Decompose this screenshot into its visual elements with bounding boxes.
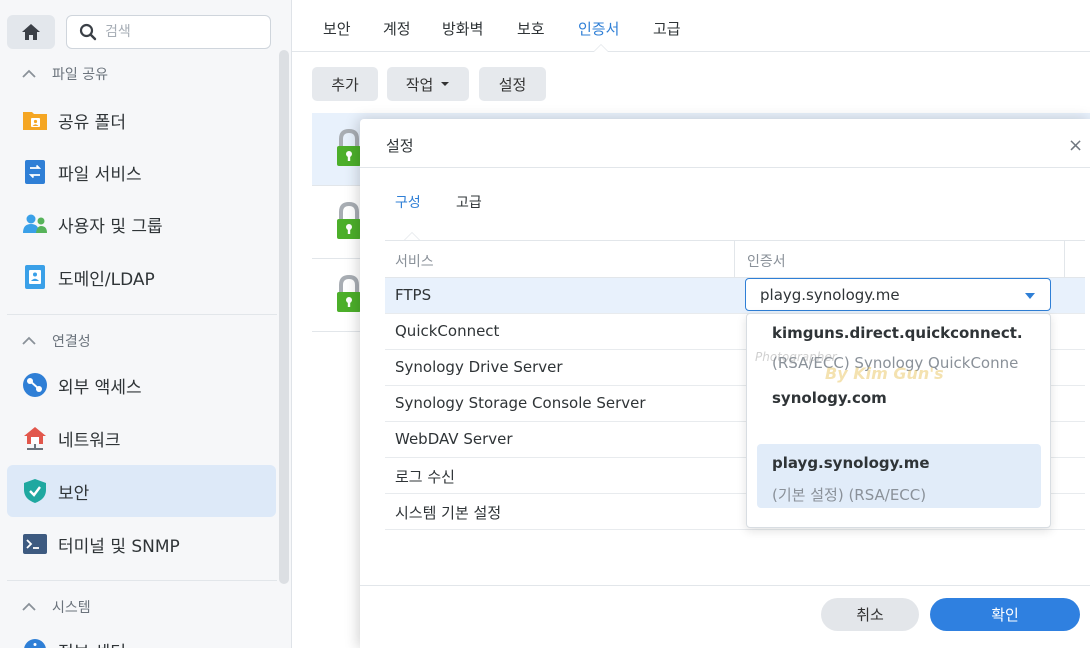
chevron-up-icon <box>22 336 36 345</box>
service-name: FTPS <box>395 286 432 304</box>
sidebar-item-domain-ldap[interactable]: 도메인/LDAP <box>7 251 276 303</box>
sidebar-item-label: 정보 센터 <box>58 638 126 648</box>
watermark: Photographer <box>755 350 837 364</box>
group-label: 파일 공유 <box>52 67 108 83</box>
cancel-button[interactable]: 취소 <box>821 598 919 631</box>
dropdown-option[interactable]: playg.synology.me (기본 설정) (RSA/ECC) <box>757 444 1041 508</box>
service-name: 시스템 기본 설정 <box>395 504 502 522</box>
group-file-sharing[interactable]: 파일 공유 <box>22 64 108 84</box>
search-icon <box>79 23 97 41</box>
service-name: 로그 수신 <box>395 468 455 486</box>
active-tab-indicator <box>404 232 420 240</box>
sidebar-item-external-access[interactable]: 외부 액세스 <box>7 359 276 411</box>
divider <box>360 585 1090 586</box>
active-tab-indicator <box>593 44 609 52</box>
group-connectivity[interactable]: 연결성 <box>22 331 91 351</box>
sidebar-item-label: 외부 액세스 <box>58 377 142 398</box>
chevron-up-icon <box>22 602 36 611</box>
group-label: 시스템 <box>52 600 91 616</box>
ok-button[interactable]: 확인 <box>930 598 1080 631</box>
column-header-service[interactable]: 서비스 <box>395 251 434 271</box>
option-desc: (기본 설정) (RSA/ECC) <box>772 486 927 504</box>
users-icon <box>22 211 48 237</box>
dialog-tab-advanced[interactable]: 고급 <box>456 192 482 212</box>
option-name: kimguns.direct.quickconnect. <box>772 324 1023 342</box>
tab-security[interactable]: 보안 <box>323 18 351 39</box>
action-button[interactable]: 작업 <box>387 67 469 101</box>
caret-down-icon <box>1025 293 1035 299</box>
sidebar-item-label: 사용자 및 그룹 <box>58 216 163 237</box>
sidebar-item-label: 공유 폴더 <box>58 112 126 133</box>
domain-icon <box>22 264 48 290</box>
service-name: Synology Drive Server <box>395 358 563 376</box>
sidebar-item-label: 터미널 및 SNMP <box>58 536 180 557</box>
divider <box>360 167 1090 168</box>
tab-protection[interactable]: 보호 <box>517 18 545 39</box>
sidebar-item-file-services[interactable]: 파일 서비스 <box>7 146 276 198</box>
search-input[interactable] <box>105 24 255 40</box>
terminal-icon <box>22 531 48 557</box>
sidebar-item-terminal-snmp[interactable]: 터미널 및 SNMP <box>7 518 276 570</box>
option-name: synology.com <box>772 389 887 407</box>
group-label: 연결성 <box>52 334 91 350</box>
dialog-tab-config[interactable]: 구성 <box>395 192 421 212</box>
dropdown-option[interactable]: synology.com <box>757 379 1041 443</box>
sidebar-item-shared-folder[interactable]: 공유 폴더 <box>7 94 276 146</box>
column-separator[interactable] <box>734 241 735 278</box>
service-name: Synology Storage Console Server <box>395 394 646 412</box>
column-header-certificate[interactable]: 인증서 <box>747 251 786 271</box>
action-label: 작업 <box>405 75 434 94</box>
tab-advanced[interactable]: 고급 <box>653 18 681 39</box>
network-icon <box>22 425 48 451</box>
add-button[interactable]: 추가 <box>312 67 378 101</box>
search-field[interactable] <box>66 15 271 49</box>
divider <box>7 580 277 581</box>
file-services-icon <box>22 159 48 185</box>
sidebar-item-info-center[interactable]: 정보 센터 <box>7 624 276 648</box>
tab-bar: 보안 계정 방화벽 보호 인증서 고급 <box>292 0 1090 52</box>
table-header: 서비스 인증서 <box>385 241 1085 278</box>
group-system[interactable]: 시스템 <box>22 597 91 617</box>
sidebar-item-label: 네트워크 <box>58 430 121 451</box>
close-icon[interactable]: × <box>1068 135 1090 156</box>
selected-certificate: playg.synology.me <box>760 285 900 304</box>
certificate-select[interactable]: playg.synology.me <box>745 278 1051 311</box>
sidebar-scrollbar[interactable] <box>279 50 289 584</box>
folder-icon <box>22 107 48 133</box>
option-name: playg.synology.me <box>772 454 930 472</box>
sidebar-item-users[interactable]: 사용자 및 그룹 <box>7 198 276 250</box>
external-access-icon <box>22 372 48 398</box>
sidebar-item-label: 보안 <box>58 483 90 504</box>
sidebar-item-label: 파일 서비스 <box>58 164 142 185</box>
watermark: By Kim Gun's <box>825 364 944 383</box>
home-icon <box>22 24 40 40</box>
info-icon <box>22 637 48 648</box>
tab-account[interactable]: 계정 <box>383 18 411 39</box>
caret-down-icon <box>441 82 450 86</box>
sidebar-item-security[interactable]: 보안 <box>7 465 276 517</box>
tab-firewall[interactable]: 방화벽 <box>442 18 483 39</box>
sidebar-item-label: 도메인/LDAP <box>58 269 155 290</box>
settings-dialog: 설정 × 구성 고급 서비스 인증서 FTPS QuickConnect Syn… <box>360 119 1090 648</box>
home-button[interactable] <box>7 15 55 49</box>
column-separator[interactable] <box>1064 241 1065 278</box>
sidebar-item-network[interactable]: 네트워크 <box>7 412 276 464</box>
chevron-up-icon <box>22 69 36 78</box>
shield-icon <box>22 478 48 504</box>
service-name: WebDAV Server <box>395 430 513 448</box>
tab-certificate[interactable]: 인증서 <box>578 18 619 39</box>
settings-button[interactable]: 설정 <box>479 67 546 101</box>
dialog-title: 설정 <box>386 137 414 155</box>
divider <box>7 314 277 315</box>
sidebar: 파일 공유 공유 폴더 파일 서비스 사용자 및 그룹 도메인/LDAP 연결성 <box>0 0 292 648</box>
certificate-dropdown: kimguns.direct.quickconnect. (RSA/ECC) S… <box>746 313 1051 528</box>
service-name: QuickConnect <box>395 322 500 340</box>
